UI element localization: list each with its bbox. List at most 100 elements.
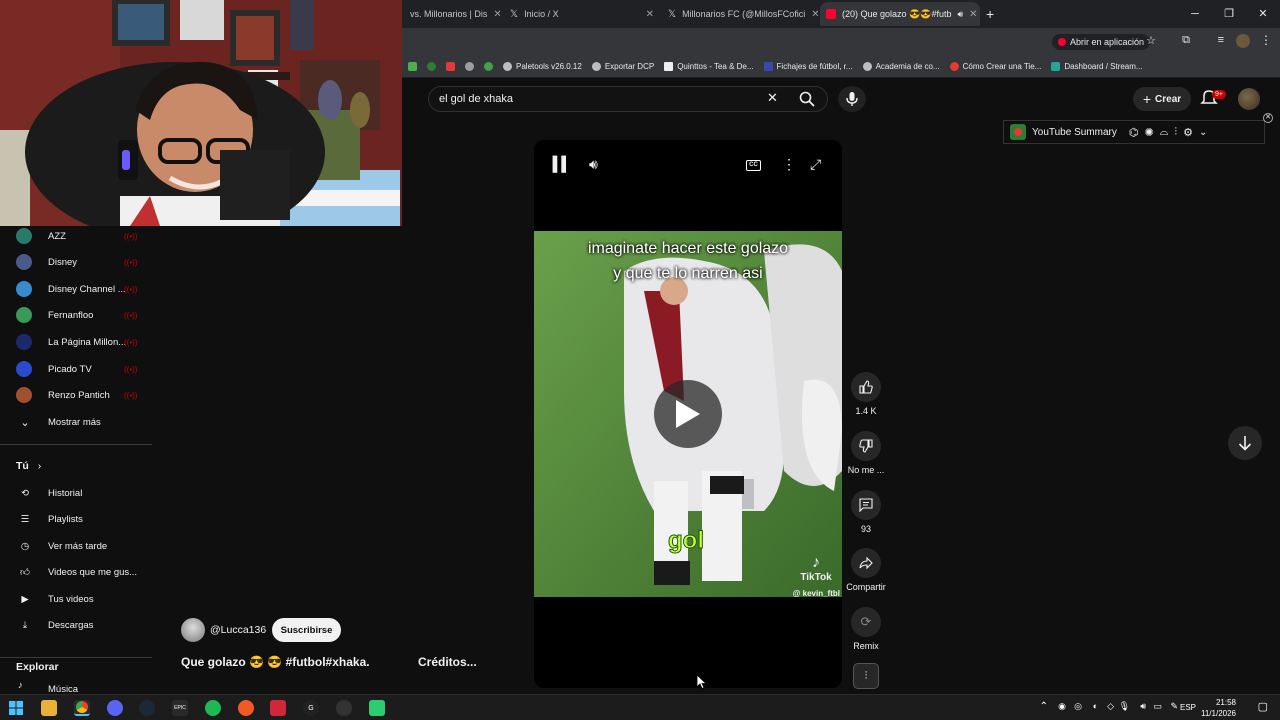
sidebar-channel-item[interactable]: Disney ((•)) bbox=[0, 249, 152, 275]
browser-tab-active[interactable]: (20) Que golazo 😎😎#futb 🔊︎ ✕ bbox=[820, 2, 980, 26]
close-tab-icon[interactable]: ✕ bbox=[493, 9, 500, 20]
sidebar-channel-item[interactable]: Fernanfloo ((•)) bbox=[0, 302, 152, 328]
chevron-up-icon[interactable]: ⌃ bbox=[1040, 701, 1048, 712]
bookmark-item[interactable]: Cómo Crear una Tie... bbox=[949, 62, 1041, 71]
sidebar-item-your-videos[interactable]: ▶ Tus videos bbox=[0, 586, 152, 612]
remix-button[interactable]: ⟳ Remix bbox=[845, 607, 887, 651]
discord-icon[interactable] bbox=[107, 700, 123, 716]
bookmark-item[interactable]: Quinttos - Tea & De... bbox=[664, 62, 754, 71]
subscribe-button[interactable]: Suscribirse bbox=[272, 618, 341, 642]
close-tab-icon[interactable]: ✕ bbox=[811, 9, 818, 20]
network-tray-icon[interactable]: ▭ bbox=[1153, 701, 1162, 712]
steam-tray-icon[interactable]: ◎ bbox=[1074, 701, 1082, 712]
new-tab-button[interactable]: + bbox=[980, 2, 1000, 26]
robot-icon[interactable]: ⌬ bbox=[1129, 126, 1139, 139]
riot-icon[interactable] bbox=[270, 700, 286, 716]
bookmark-item[interactable]: Fichajes de fútbol, r... bbox=[763, 62, 853, 71]
bookmark-item[interactable]: Paletools v26.0.12 bbox=[503, 62, 582, 71]
captions-icon[interactable]: CC bbox=[746, 160, 761, 171]
spotify-icon[interactable] bbox=[205, 700, 221, 716]
channel-avatar[interactable] bbox=[181, 618, 205, 642]
profile-avatar[interactable] bbox=[1236, 34, 1250, 48]
sidebar-item-history[interactable]: ⟲ Historial bbox=[0, 480, 152, 506]
show-more-button[interactable]: ⌄ Mostrar más bbox=[0, 409, 152, 435]
clear-search-icon[interactable]: ✕ bbox=[767, 90, 778, 106]
file-explorer-icon[interactable] bbox=[41, 700, 57, 716]
pause-icon[interactable]: ▍▍ bbox=[553, 156, 572, 173]
close-summary-icon[interactable]: ✕ bbox=[1263, 113, 1273, 123]
discord-tray-icon[interactable]: ◉ bbox=[1058, 701, 1066, 712]
obs-icon[interactable] bbox=[336, 700, 352, 716]
browser-tab[interactable]: 𝕏 Inicio / X ✕ bbox=[504, 2, 660, 26]
app-icon[interactable]: G bbox=[303, 700, 319, 716]
bookmark-icon[interactable] bbox=[484, 62, 493, 71]
voice-search-button[interactable] bbox=[838, 86, 866, 112]
video-title[interactable]: Que golazo 😎 😎 #futbol#xhaka. bbox=[181, 655, 370, 669]
bookmark-icon[interactable] bbox=[446, 62, 455, 71]
volume-icon[interactable]: 🔊︎ bbox=[589, 156, 598, 173]
share-button[interactable]: Compartir bbox=[845, 548, 887, 592]
settings-gear-icon[interactable]: ⚙ bbox=[1183, 126, 1193, 139]
browser-tab[interactable]: 𝕏 Millonarios FC (@MillosFCofici ✕ bbox=[662, 2, 818, 26]
windows-start-icon[interactable] bbox=[8, 700, 24, 716]
close-tab-icon[interactable]: ✕ bbox=[646, 9, 654, 20]
comments-button[interactable]: 93 bbox=[845, 490, 887, 534]
glasses-icon[interactable]: ⌓ bbox=[1160, 126, 1169, 139]
sidebar-channel-item[interactable]: Picado TV ((•)) bbox=[0, 356, 152, 382]
app-tray-icon[interactable]: ◇ bbox=[1107, 701, 1114, 712]
epic-games-icon[interactable]: EPIC bbox=[172, 700, 188, 716]
close-window-icon[interactable]: ✕ bbox=[1246, 0, 1280, 28]
browser-tab[interactable]: vs. Millonarios | Dis ✕ bbox=[404, 2, 500, 26]
bookmark-icon[interactable] bbox=[427, 62, 436, 71]
sidebar-item-playlists[interactable]: ☰ Playlists bbox=[0, 506, 152, 532]
openai-icon[interactable]: ✺ bbox=[1144, 126, 1153, 139]
fullscreen-icon[interactable]: ⤢ bbox=[810, 156, 821, 173]
system-clock[interactable]: 21:58 11/1/2026 bbox=[1201, 697, 1236, 719]
app-icon[interactable] bbox=[369, 700, 385, 716]
like-button[interactable]: 1.4 K bbox=[845, 372, 887, 416]
sidebar-channel-item[interactable]: La Página Millon... ((•)) bbox=[0, 329, 152, 355]
close-tab-icon[interactable]: ✕ bbox=[969, 9, 977, 20]
more-options-icon[interactable]: ⋮ bbox=[782, 156, 796, 173]
language-indicator[interactable]: ESP bbox=[1180, 703, 1196, 712]
bookmark-item[interactable]: Academia de co... bbox=[862, 62, 940, 71]
pen-tray-icon[interactable]: ✎ bbox=[1170, 701, 1178, 712]
audio-wave-icon[interactable]: ⫶ bbox=[1174, 126, 1177, 139]
account-avatar[interactable] bbox=[1238, 88, 1260, 110]
bookmark-item[interactable]: Exportar DCP bbox=[591, 62, 654, 71]
chrome-icon[interactable] bbox=[74, 700, 90, 716]
you-section-header[interactable]: Tú › bbox=[16, 460, 41, 472]
video-description-more[interactable]: Créditos... bbox=[418, 655, 477, 669]
sidebar-item-liked-videos[interactable]: 👍︎ Videos que me gus... bbox=[0, 559, 152, 585]
channel-name[interactable]: @Lucca136 bbox=[210, 624, 266, 636]
search-button[interactable] bbox=[790, 86, 824, 112]
speaker-icon[interactable]: 🔊︎ bbox=[957, 9, 963, 20]
volume-tray-icon[interactable]: 🔊︎ bbox=[1140, 701, 1146, 712]
sidebar-item-downloads[interactable]: ⤓ Descargas bbox=[0, 612, 152, 638]
bookmark-icon[interactable] bbox=[465, 62, 474, 71]
dislike-button[interactable]: No me ... bbox=[845, 431, 887, 475]
play-button[interactable] bbox=[654, 380, 722, 448]
menu-dots-icon[interactable]: ⋮ bbox=[1260, 33, 1272, 47]
sidebar-item-music[interactable]: ♪ Música bbox=[0, 677, 152, 694]
open-in-app-button[interactable]: Abrir en aplicación bbox=[1051, 34, 1150, 50]
chevron-down-icon[interactable]: ⌄ bbox=[1199, 127, 1207, 138]
origin-icon[interactable] bbox=[238, 700, 254, 716]
sidebar-item-watch-later[interactable]: ◷ Ver más tarde bbox=[0, 533, 152, 559]
media-controls-icon[interactable]: ≡ bbox=[1218, 34, 1224, 46]
bookmark-item[interactable]: Dashboard / Stream... bbox=[1051, 62, 1143, 71]
sound-wave-icon[interactable]: ⫶ bbox=[853, 663, 879, 689]
extensions-icon[interactable]: ⧉ bbox=[1182, 34, 1190, 47]
sidebar-channel-item[interactable]: AZZ ((•)) bbox=[0, 223, 152, 249]
steam-icon[interactable] bbox=[139, 700, 155, 716]
star-icon[interactable]: ☆ bbox=[1146, 34, 1156, 47]
sidebar-channel-item[interactable]: Disney Channel ... ((•)) bbox=[0, 276, 152, 302]
create-button[interactable]: + Crear bbox=[1133, 87, 1191, 111]
bookmark-icon[interactable] bbox=[408, 62, 417, 71]
microphone-tray-icon[interactable]: 🎙︎ bbox=[1119, 701, 1130, 712]
next-video-button[interactable] bbox=[1228, 426, 1262, 460]
notification-center-icon[interactable]: ▢ bbox=[1258, 700, 1268, 713]
spotify-tray-icon[interactable]: ◐ bbox=[1093, 701, 1098, 711]
minimize-icon[interactable]: ─ bbox=[1178, 0, 1212, 28]
sidebar-channel-item[interactable]: Renzo Pantich ((•)) bbox=[0, 382, 152, 408]
